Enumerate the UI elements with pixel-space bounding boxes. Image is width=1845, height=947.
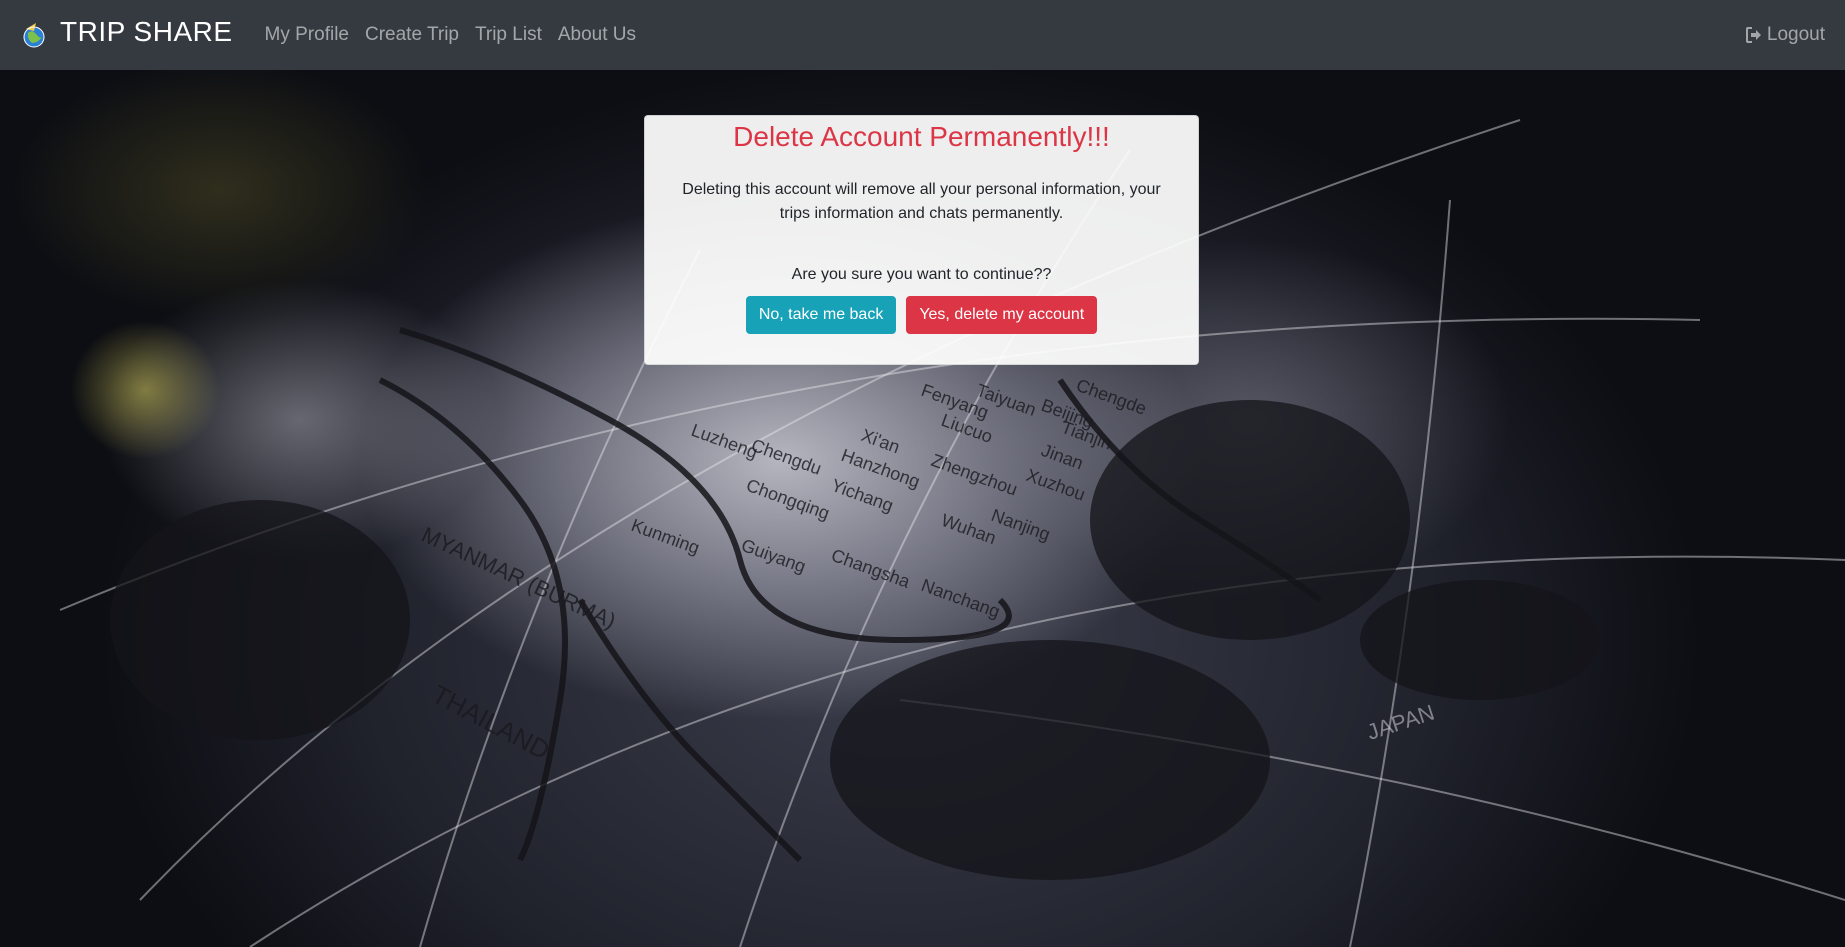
nav-about-us[interactable]: About Us bbox=[550, 24, 644, 46]
brand-link[interactable]: TRIP SHARE bbox=[20, 16, 233, 49]
svg-text:Jinan: Jinan bbox=[1039, 440, 1086, 474]
svg-text:JAPAN: JAPAN bbox=[1364, 700, 1438, 745]
nav-my-profile[interactable]: My Profile bbox=[257, 24, 357, 46]
nav-trip-list[interactable]: Trip List bbox=[467, 24, 550, 46]
svg-text:Wuhan: Wuhan bbox=[939, 510, 999, 548]
brand-name: TRIP SHARE bbox=[60, 16, 233, 47]
brand-logo-icon bbox=[20, 21, 48, 49]
nav-links: My Profile Create Trip Trip List About U… bbox=[257, 24, 644, 46]
dialog-button-row: No, take me back Yes, delete my account bbox=[645, 295, 1198, 334]
sign-out-icon bbox=[1745, 27, 1761, 43]
svg-text:Chongqing: Chongqing bbox=[744, 475, 833, 524]
delete-account-dialog: Delete Account Permanently!!! Deleting t… bbox=[644, 115, 1199, 365]
svg-text:Nanchang: Nanchang bbox=[919, 575, 1003, 622]
logout-link[interactable]: Logout bbox=[1745, 24, 1825, 46]
svg-text:Chengdu: Chengdu bbox=[749, 435, 825, 479]
confirm-delete-button[interactable]: Yes, delete my account bbox=[906, 295, 1098, 334]
svg-text:THAILAND: THAILAND bbox=[427, 679, 555, 766]
svg-text:Kunming: Kunming bbox=[629, 515, 703, 558]
svg-text:Changsha: Changsha bbox=[829, 545, 914, 592]
dialog-title: Delete Account Permanently!!! bbox=[733, 121, 1110, 152]
dialog-message: Deleting this account will remove all yo… bbox=[682, 180, 1161, 222]
nav-create-trip[interactable]: Create Trip bbox=[357, 24, 467, 46]
top-navbar: TRIP SHARE My Profile Create Trip Trip L… bbox=[0, 0, 1845, 70]
logout-label: Logout bbox=[1766, 24, 1825, 45]
svg-text:Zhengzhou: Zhengzhou bbox=[929, 450, 1020, 500]
svg-text:Yichang: Yichang bbox=[829, 475, 896, 516]
svg-text:Nanjing: Nanjing bbox=[989, 505, 1053, 545]
svg-text:MYANMAR (BURMA): MYANMAR (BURMA) bbox=[418, 522, 620, 634]
svg-text:Luzheng: Luzheng bbox=[689, 420, 761, 462]
dialog-question: Are you sure you want to continue?? bbox=[791, 265, 1052, 283]
svg-text:Guiyang: Guiyang bbox=[739, 535, 809, 577]
cancel-button[interactable]: No, take me back bbox=[745, 295, 897, 334]
